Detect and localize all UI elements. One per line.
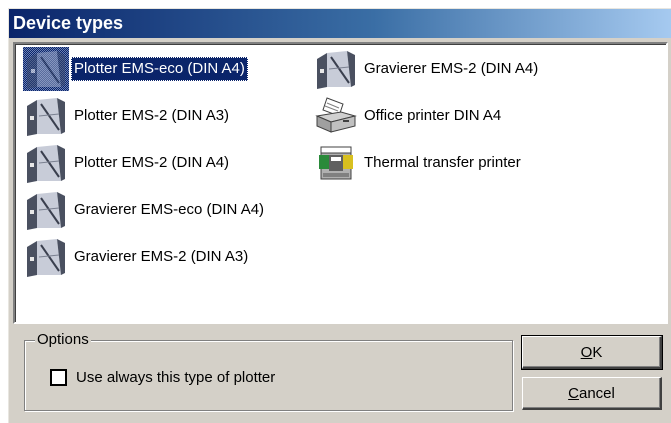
ok-button[interactable]: OK [521, 335, 663, 370]
window-title: Device types [13, 13, 124, 33]
plotter-icon [27, 145, 65, 183]
list-item-label: Thermal transfer printer [364, 154, 521, 171]
list-item-label: Gravierer EMS-2 (DIN A4) [364, 60, 539, 77]
use-always-checkbox[interactable] [50, 369, 67, 386]
list-item-label: Plotter EMS-2 (DIN A4) [74, 154, 230, 171]
device-types-dialog: Device types Plotter EMS-eco (DIN A4) Pl… [8, 8, 671, 423]
list-item-plotter-ems-2-a3[interactable]: Plotter EMS-2 (DIN A3) [23, 94, 232, 138]
cancel-button[interactable]: Cancel [522, 377, 662, 410]
list-item-label: Plotter EMS-2 (DIN A3) [74, 107, 230, 124]
list-item-plotter-ems-2-a4[interactable]: Plotter EMS-2 (DIN A4) [23, 141, 232, 185]
options-legend: Options [35, 331, 91, 348]
ok-label-rest: K [592, 343, 603, 361]
list-item-gravierer-ems-2-a4[interactable]: Gravierer EMS-2 (DIN A4) [313, 47, 541, 91]
plotter-icon [27, 239, 65, 277]
list-item-label: Gravierer EMS-eco (DIN A4) [74, 201, 265, 218]
list-item-label: Plotter EMS-eco (DIN A4) [71, 57, 248, 81]
office-printer-icon [315, 97, 357, 133]
list-item-thermal-transfer-printer[interactable]: Thermal transfer printer [313, 141, 524, 185]
list-item-label: Gravierer EMS-2 (DIN A3) [74, 248, 249, 265]
list-item-label: Office printer DIN A4 [364, 107, 502, 124]
list-item-gravierer-ems-2-a3[interactable]: Gravierer EMS-2 (DIN A3) [23, 235, 251, 279]
device-type-list[interactable]: Plotter EMS-eco (DIN A4) Plotter EMS-2 (… [13, 42, 668, 324]
cancel-mnemonic: C [568, 384, 579, 402]
thermal-printer-icon [319, 146, 353, 180]
plotter-icon [317, 51, 355, 89]
ok-mnemonic: O [580, 343, 593, 361]
list-item-plotter-ems-eco-a4[interactable]: Plotter EMS-eco (DIN A4) [23, 47, 248, 91]
use-always-checkbox-label[interactable]: Use always this type of plotter [76, 369, 275, 386]
plotter-icon [27, 98, 65, 136]
title-bar[interactable]: Device types [9, 9, 671, 38]
options-group: Options Use always this type of plotter [24, 331, 513, 411]
plotter-icon [27, 192, 65, 230]
cancel-label-rest: ancel [578, 384, 615, 402]
list-item-office-printer[interactable]: Office printer DIN A4 [313, 94, 504, 138]
plotter-icon [23, 47, 69, 91]
use-always-checkbox-row[interactable]: Use always this type of plotter [50, 369, 275, 386]
list-item-gravierer-ems-eco-a4[interactable]: Gravierer EMS-eco (DIN A4) [23, 188, 267, 232]
